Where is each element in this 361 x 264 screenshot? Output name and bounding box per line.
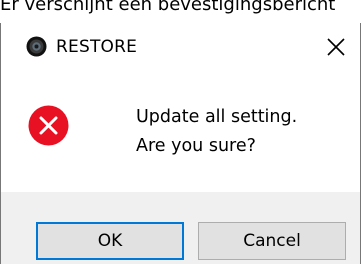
record-disc-icon bbox=[26, 36, 47, 57]
dialog-titlebar: RESTORE bbox=[1, 23, 360, 71]
close-button[interactable] bbox=[313, 23, 359, 71]
message-line-2: Are you sure? bbox=[136, 136, 256, 156]
cancel-button[interactable]: Cancel bbox=[198, 222, 346, 260]
ok-button[interactable]: OK bbox=[36, 222, 184, 260]
dialog-content: Update all setting. Are you sure? bbox=[1, 71, 360, 192]
background-caption: Er verschijnt een bevestigingsbericht bbox=[0, 0, 336, 15]
dialog-title: RESTORE bbox=[56, 37, 138, 57]
message-line-1: Update all setting. bbox=[136, 107, 298, 127]
dialog-footer: OK Cancel bbox=[1, 192, 360, 264]
restore-dialog: RESTORE Update all setting. Are you sure… bbox=[0, 23, 361, 264]
close-icon bbox=[327, 38, 345, 56]
dialog-message: Update all setting. Are you sure? bbox=[136, 103, 297, 161]
error-icon bbox=[28, 105, 69, 146]
